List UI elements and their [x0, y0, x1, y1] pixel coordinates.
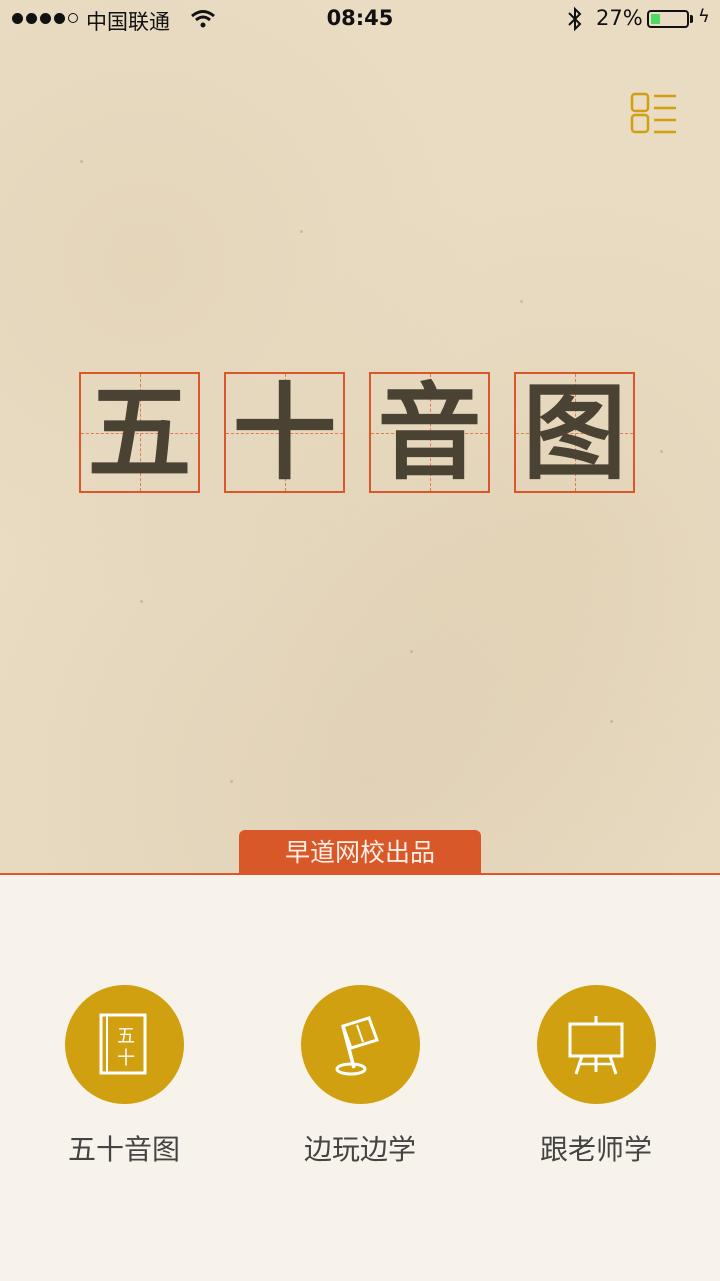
list-menu-icon — [630, 92, 676, 134]
status-bar: 中国联通 08:45 27% ϟ — [0, 0, 720, 40]
battery-level-fill — [651, 14, 660, 24]
nav-item-syllabary[interactable]: 五 十 五十音图 — [34, 985, 214, 1168]
nav-circle — [300, 985, 420, 1104]
title-char: 十 — [232, 370, 337, 494]
title-char: 五 — [87, 370, 192, 494]
battery-icon — [647, 10, 689, 28]
nav-item-teacher[interactable]: 跟老师学 — [506, 985, 686, 1168]
nav-label: 边玩边学 — [303, 1133, 416, 1166]
title-char-box: 五 — [79, 372, 200, 493]
book-icon-text: 十 — [117, 1048, 135, 1069]
charging-icon: ϟ — [698, 6, 710, 27]
section-divider — [0, 873, 720, 875]
book-icon-text: 五 — [117, 1026, 135, 1047]
app-title: 五 十 音 图 — [79, 372, 635, 493]
title-char-box: 音 — [369, 372, 490, 493]
nav-label: 跟老师学 — [539, 1133, 652, 1166]
title-char-box: 十 — [224, 372, 345, 493]
publisher-badge: 早道网校出品 — [239, 830, 481, 875]
easel-icon — [568, 1015, 624, 1074]
nav-circle — [536, 985, 656, 1104]
nav-item-play-learn[interactable]: 边玩边学 — [270, 985, 450, 1168]
menu-button[interactable] — [628, 90, 678, 138]
nav-label: 五十音图 — [67, 1133, 180, 1166]
flag-icon — [335, 1015, 379, 1075]
title-char-box: 图 — [514, 372, 635, 493]
bluetooth-icon — [568, 6, 582, 32]
nav-circle: 五 十 — [64, 985, 184, 1104]
battery-tip — [690, 15, 693, 23]
battery-percentage: 27% — [596, 6, 643, 30]
title-char: 图 — [522, 370, 627, 494]
title-char: 音 — [377, 370, 482, 494]
book-icon: 五 十 — [99, 1013, 147, 1074]
